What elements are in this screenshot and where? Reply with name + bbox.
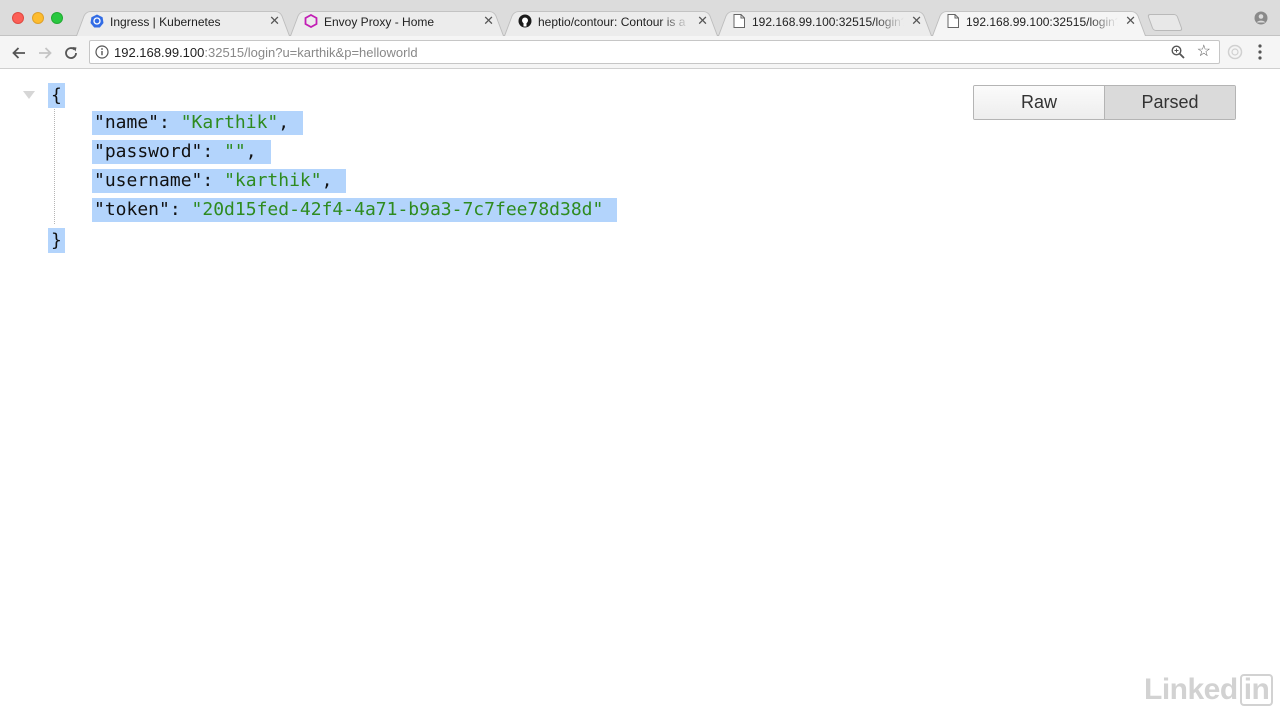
json-key: "username" (94, 170, 203, 191)
close-tab-icon[interactable]: ✕ (1125, 14, 1136, 28)
json-row-password: "password": "", (92, 140, 271, 164)
json-row-username: "username": "karthik", (92, 169, 347, 193)
json-value: "karthik" (224, 170, 322, 191)
extension-icon[interactable] (1227, 44, 1243, 60)
browser-toolbar: 192.168.99.100:32515/login?u=karthik&p=h… (0, 36, 1280, 69)
close-window-button[interactable] (12, 12, 24, 24)
bookmark-star-icon[interactable]: ☆ (1197, 43, 1211, 61)
forward-arrow-icon[interactable] (36, 44, 54, 62)
json-separator: : (159, 112, 181, 133)
collapse-toggle-icon[interactable] (23, 91, 35, 99)
json-key: "password" (94, 141, 203, 162)
tab-ingress-kubernetes[interactable]: Ingress | Kubernetes ✕ (76, 8, 290, 36)
back-arrow-icon[interactable] (10, 44, 28, 62)
json-separator: : (202, 170, 225, 191)
json-comma: , (278, 112, 290, 133)
tab-login-1[interactable]: 192.168.99.100:32515/login?u ✕ (718, 8, 932, 36)
maximize-window-button[interactable] (51, 12, 63, 24)
tab-envoy-proxy[interactable]: Envoy Proxy - Home ✕ (290, 8, 504, 36)
info-icon[interactable] (95, 45, 109, 59)
view-mode-toggle: Raw Parsed (973, 85, 1236, 120)
json-value: "20d15fed-42f4-4a71-b9a3-7c7fee78d38d" (191, 199, 604, 220)
indent-guide (54, 109, 55, 224)
envoy-hexagon-icon (304, 14, 318, 28)
menu-icon[interactable] (1258, 43, 1262, 61)
watermark-box-text: in (1239, 674, 1274, 706)
address-bar[interactable]: 192.168.99.100:32515/login?u=karthik&p=h… (89, 40, 1220, 64)
json-row-name: "name": "Karthik", (92, 111, 304, 135)
profile-icon[interactable] (1254, 11, 1268, 25)
raw-button[interactable]: Raw (974, 86, 1105, 119)
zoom-icon[interactable] (1171, 45, 1185, 59)
json-row-token: "token": "20d15fed-42f4-4a71-b9a3-7c7fee… (92, 198, 618, 222)
tab-title: Envoy Proxy - Home (324, 15, 435, 29)
address-url: 192.168.99.100:32515/login?u=karthik&p=h… (114, 45, 418, 60)
json-value: "" (224, 141, 246, 162)
watermark-text: Linked (1144, 673, 1238, 706)
close-tab-icon[interactable]: ✕ (697, 14, 708, 28)
linkedin-watermark: Linked in (1144, 673, 1274, 707)
kubernetes-icon (90, 14, 104, 28)
close-tab-icon[interactable]: ✕ (483, 14, 494, 28)
json-comma: , (321, 170, 333, 191)
tab-title: heptio/contour: Contour is a K (538, 15, 690, 29)
new-tab-button[interactable] (1146, 14, 1184, 31)
tab-title: 192.168.99.100:32515/login?u (752, 15, 904, 29)
json-comma: , (245, 141, 257, 162)
tab-heptio-contour[interactable]: heptio/contour: Contour is a K ✕ (504, 8, 718, 36)
url-path: :32515/login?u=karthik&p=helloworld (204, 45, 418, 60)
tab-strip: Ingress | Kubernetes ✕ Envoy Proxy - Hom… (0, 0, 1280, 36)
json-key: "name" (94, 112, 160, 133)
json-key: "token" (94, 199, 170, 220)
url-host: 192.168.99.100 (114, 45, 205, 60)
tab-title: Ingress | Kubernetes (110, 15, 221, 29)
json-viewer: { "name": "Karthik", "password": "", "us… (0, 69, 1280, 720)
page-icon (732, 14, 746, 28)
json-value: "Karthik" (180, 112, 279, 133)
tab-title: 192.168.99.100:32515/login?u (966, 15, 1118, 29)
page-icon (946, 14, 960, 28)
json-separator: : (169, 199, 192, 220)
json-open-brace: { (48, 83, 65, 108)
minimize-window-button[interactable] (32, 12, 44, 24)
json-close-brace: } (48, 228, 65, 253)
close-tab-icon[interactable]: ✕ (911, 14, 922, 28)
close-tab-icon[interactable]: ✕ (269, 14, 280, 28)
json-separator: : (202, 141, 225, 162)
reload-icon[interactable] (62, 44, 80, 62)
parsed-button[interactable]: Parsed (1105, 86, 1235, 119)
tab-login-active[interactable]: 192.168.99.100:32515/login?u ✕ (932, 8, 1146, 36)
github-icon (518, 14, 532, 28)
